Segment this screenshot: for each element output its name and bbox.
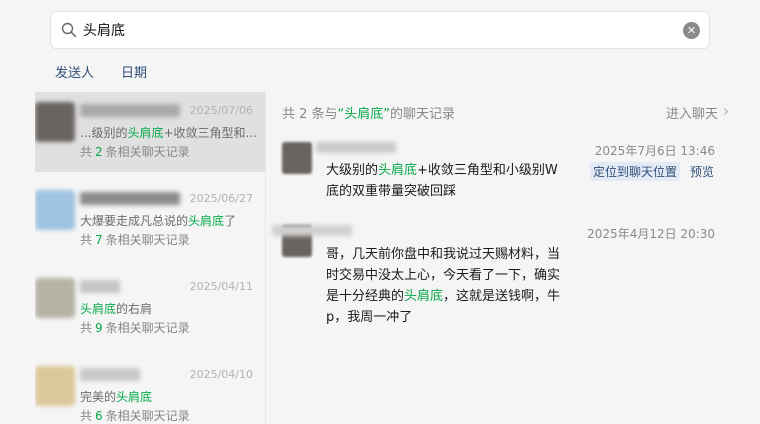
filter-sender-tab[interactable]: 发送人 — [55, 62, 94, 81]
conversation-name-redacted — [80, 192, 180, 205]
conversation-date: 2025/04/10 — [189, 368, 253, 381]
sender-name-redacted — [316, 142, 396, 153]
avatar — [35, 366, 75, 406]
avatar — [35, 102, 75, 142]
search-icon — [61, 22, 77, 38]
conversation-date: 2025/07/06 — [189, 104, 253, 117]
locate-in-chat-button[interactable]: 定位到聊天位置 — [590, 162, 681, 181]
panel-divider — [265, 92, 266, 424]
conversation-list: 2025/07/06 ...级别的头肩底+收敛三角型和... 共 2 条相关聊天记录… — [35, 92, 265, 424]
conversation-item[interactable]: 2025/04/11 头肩底的右肩 共 9 条相关聊天记录 — [35, 268, 265, 348]
results-header: 共 2 条与“头肩底”的聊天记录 — [282, 107, 456, 122]
conversation-name-redacted — [80, 104, 180, 117]
filter-date-tab[interactable]: 日期 — [121, 62, 147, 81]
message-time: 2025年7月6日 13:46 — [594, 144, 715, 158]
enter-chat-button[interactable]: 进入聊天 — [666, 103, 718, 122]
chevron-right-icon[interactable]: › — [723, 102, 729, 120]
search-input[interactable] — [83, 19, 663, 41]
message-time: 2025年4月12日 20:30 — [587, 227, 715, 241]
avatar — [35, 278, 75, 318]
conversation-name-redacted — [80, 280, 120, 293]
avatar — [35, 190, 75, 230]
match-count: 共 9 条相关聊天记录 — [80, 321, 190, 335]
match-count: 共 6 条相关聊天记录 — [80, 409, 190, 423]
clear-icon[interactable]: ✕ — [683, 22, 700, 39]
conversation-item[interactable]: 2025/04/10 完美的头肩底 共 6 条相关聊天记录 — [35, 356, 265, 424]
conversation-snippet: 大爆要走成凡总说的头肩底了 — [80, 214, 237, 228]
preview-button[interactable]: 预览 — [690, 163, 714, 180]
search-bar[interactable]: ✕ — [50, 11, 710, 49]
conversation-snippet: ...级别的头肩底+收敛三角型和... — [80, 126, 257, 140]
message-result[interactable]: 2025年4月12日 20:30 哥，几天前你盘中和我说过天赐材料，当 时交易中… — [272, 225, 722, 325]
message-text: 哥，几天前你盘中和我说过天赐材料，当 时交易中没太上心，今天看了一下，确实 是十… — [326, 247, 561, 325]
conversation-snippet: 头肩底的右肩 — [80, 302, 153, 316]
filter-tabs: 发送人 日期 — [55, 62, 147, 81]
conversation-item[interactable]: 2025/07/06 ...级别的头肩底+收敛三角型和... 共 2 条相关聊天记录 — [35, 92, 265, 172]
conversation-item[interactable]: 2025/06/27 大爆要走成凡总说的头肩底了 共 7 条相关聊天记录 — [35, 180, 265, 260]
message-text: 大级别的头肩底+收敛三角型和小级别W 底的双重带量突破回踩 — [326, 163, 558, 199]
message-result[interactable]: 2025年7月6日 13:46 大级别的头肩底+收敛三角型和小级别W 底的双重带… — [282, 142, 722, 202]
conversation-name-redacted — [80, 368, 140, 381]
conversation-snippet: 完美的头肩底 — [80, 390, 153, 404]
match-count: 共 7 条相关聊天记录 — [80, 233, 190, 247]
match-count: 共 2 条相关聊天记录 — [80, 145, 190, 159]
conversation-date: 2025/06/27 — [189, 192, 253, 205]
avatar — [282, 142, 312, 174]
sender-name-redacted — [272, 225, 352, 236]
conversation-date: 2025/04/11 — [189, 280, 253, 293]
